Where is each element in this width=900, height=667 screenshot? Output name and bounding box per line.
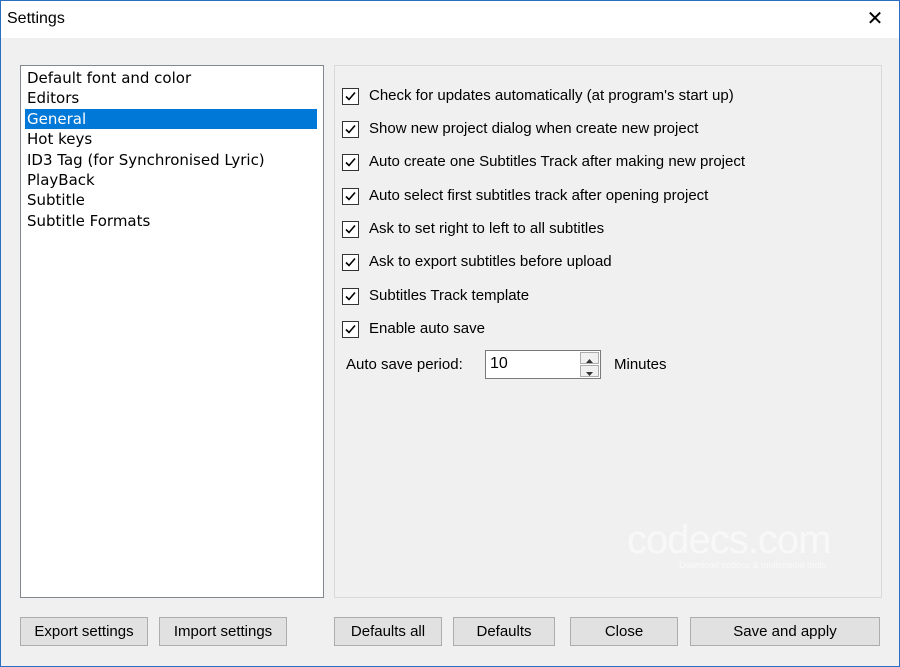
category-item-default-font[interactable]: Default font and color	[25, 68, 319, 88]
watermark-tagline: Download codecs & multimedia tools	[679, 560, 827, 570]
save-and-apply-button[interactable]: Save and apply	[690, 617, 880, 646]
general-settings-panel: Check for updates automatically (at prog…	[334, 65, 882, 598]
category-item-playback[interactable]: PlayBack	[25, 170, 319, 190]
close-button[interactable]: Close	[570, 617, 678, 646]
option-label: Enable auto save	[369, 320, 485, 337]
category-item-subtitle[interactable]: Subtitle	[25, 190, 319, 210]
auto-save-period-label: Auto save period:	[346, 356, 463, 373]
checkbox[interactable]	[342, 254, 359, 271]
category-item-subtitle-formats[interactable]: Subtitle Formats	[25, 211, 319, 231]
defaults-all-button[interactable]: Defaults all	[334, 617, 442, 646]
spinner-down-button[interactable]	[580, 365, 599, 377]
window-title: Settings	[7, 10, 65, 27]
checkbox[interactable]	[342, 121, 359, 138]
watermark-logo: codecs.com	[627, 518, 831, 562]
export-settings-button[interactable]: Export settings	[20, 617, 148, 646]
auto-save-unit-label: Minutes	[614, 356, 667, 373]
option-label: Subtitles Track template	[369, 287, 530, 304]
option-label: Show new project dialog when create new …	[369, 120, 699, 137]
category-item-id3-tag[interactable]: ID3 Tag (for Synchronised Lyric)	[25, 150, 319, 170]
spinner-up-button[interactable]	[580, 352, 599, 364]
option-label: Ask to export subtitles before upload	[369, 253, 612, 270]
spinner-buttons	[580, 352, 599, 377]
import-settings-button[interactable]: Import settings	[159, 617, 287, 646]
auto-save-period-spinner[interactable]: 10	[485, 350, 601, 379]
option-label: Auto create one Subtitles Track after ma…	[369, 153, 746, 170]
option-label: Auto select first subtitles track after …	[369, 187, 709, 204]
category-item-hot-keys[interactable]: Hot keys	[25, 129, 319, 149]
option-label: Check for updates automatically (at prog…	[369, 87, 734, 104]
checkbox[interactable]	[342, 221, 359, 238]
checkbox[interactable]	[342, 88, 359, 105]
checkbox[interactable]	[342, 154, 359, 171]
category-list[interactable]: Default font and color Editors General H…	[20, 65, 324, 598]
arrow-down-icon	[586, 372, 593, 376]
close-icon[interactable]: ✕	[863, 7, 887, 31]
checkbox[interactable]	[342, 321, 359, 338]
category-item-general[interactable]: General	[25, 109, 317, 129]
settings-window: Settings ✕ Default font and color Editor…	[0, 0, 900, 667]
checkbox[interactable]	[342, 188, 359, 205]
checkbox[interactable]	[342, 288, 359, 305]
title-bar: Settings ✕	[1, 1, 899, 38]
auto-save-period-value[interactable]: 10	[490, 355, 508, 373]
defaults-button[interactable]: Defaults	[453, 617, 555, 646]
category-item-editors[interactable]: Editors	[25, 88, 319, 108]
option-label: Ask to set right to left to all subtitle…	[369, 220, 605, 237]
